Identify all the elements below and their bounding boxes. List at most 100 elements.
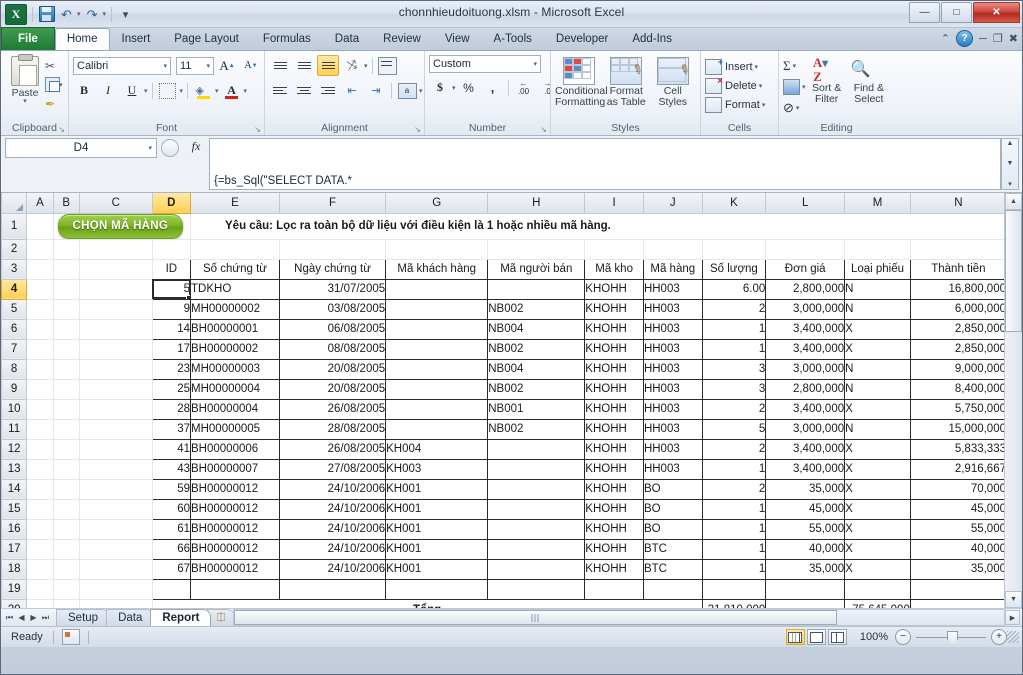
- cell-so-luong-r7[interactable]: 1: [701, 338, 767, 360]
- vertical-scroll-thumb[interactable]: [1005, 210, 1022, 332]
- orientation-button[interactable]: ⤨: [341, 55, 363, 76]
- row-header-20[interactable]: 20: [1, 598, 28, 608]
- th-ma-kho[interactable]: Mã kho: [584, 258, 644, 280]
- cell-ma-kho-r18[interactable]: KHOHH: [584, 558, 644, 580]
- cell-ma-kho-r14[interactable]: KHOHH: [584, 478, 644, 500]
- cell-ngay-chung-tu-r5[interactable]: 03/08/2005: [278, 298, 387, 320]
- cell-so-luong-r8[interactable]: 3: [701, 358, 767, 380]
- th-don-gia[interactable]: Đơn giá: [765, 258, 846, 280]
- format-painter-button[interactable]: ✒: [45, 95, 63, 112]
- cell-ma-hang-r12[interactable]: HH003: [642, 438, 703, 460]
- column-header-l[interactable]: L: [765, 193, 846, 214]
- cell-c17[interactable]: [79, 539, 153, 560]
- chevron-down-icon[interactable]: ▾: [148, 144, 152, 152]
- cell-b9[interactable]: [53, 379, 80, 400]
- cell-id-r16[interactable]: 61: [151, 518, 192, 540]
- cell-ma-hang-r14[interactable]: BO: [642, 478, 703, 500]
- cell-so-chung-tu-r7[interactable]: BH00000002: [190, 338, 280, 360]
- cell-loai-phieu-r10[interactable]: X: [844, 398, 911, 420]
- row-header-19[interactable]: 19: [1, 578, 28, 600]
- cell-ma-nguoi-ban-r9[interactable]: NB002: [487, 378, 586, 400]
- column-header-b[interactable]: B: [52, 193, 80, 214]
- cell-ma-hang-r4[interactable]: HH003: [642, 278, 703, 300]
- cell-don-gia-r9[interactable]: 2,800,000: [765, 378, 846, 400]
- cell-j2[interactable]: [643, 239, 703, 260]
- cell-ma-hang-r15[interactable]: BO: [642, 498, 703, 520]
- cell-ma-khach-hang-r6[interactable]: [385, 318, 489, 340]
- scroll-down-button[interactable]: ▼: [1005, 591, 1022, 608]
- cell-a12[interactable]: [26, 439, 54, 460]
- cell-b1-button-host[interactable]: CHỌN MÃ HÀNG: [53, 213, 192, 240]
- resize-grip[interactable]: [1007, 631, 1019, 643]
- font-color-dropdown-icon[interactable]: ▾: [244, 87, 248, 95]
- cell-b2[interactable]: [53, 239, 80, 260]
- cell-loai-phieu-r19[interactable]: [844, 578, 911, 600]
- cell-id-r5[interactable]: 9: [151, 298, 192, 320]
- cell-loai-phieu-r13[interactable]: X: [844, 458, 911, 480]
- row-header-5[interactable]: 5: [1, 298, 28, 320]
- borders-dropdown-icon[interactable]: ▾: [180, 87, 184, 95]
- chevron-down-icon[interactable]: ▾: [755, 63, 759, 71]
- cell-a17[interactable]: [26, 539, 54, 560]
- percent-style-button[interactable]: %: [458, 77, 480, 98]
- cell-ma-nguoi-ban-r8[interactable]: NB004: [487, 358, 586, 380]
- cell-c16[interactable]: [79, 519, 153, 540]
- cell-a20[interactable]: [26, 599, 54, 608]
- row-header-17[interactable]: 17: [1, 538, 28, 560]
- cell-ma-nguoi-ban-r13[interactable]: [487, 458, 586, 480]
- cell-thanh-tien-r4[interactable]: 16,800,000: [909, 278, 1004, 300]
- cell-b4[interactable]: [53, 279, 80, 300]
- total-loai-phieu[interactable]: [765, 598, 846, 608]
- cell-ma-hang-r18[interactable]: BTC: [642, 558, 703, 580]
- cell-a2[interactable]: [26, 239, 54, 260]
- cell-ma-khach-hang-r16[interactable]: KH001: [385, 518, 489, 540]
- vertical-scroll-track[interactable]: [1005, 332, 1022, 591]
- underline-button[interactable]: U: [121, 80, 143, 101]
- scroll-up-icon[interactable]: ▲: [1007, 140, 1014, 147]
- cell-ma-hang-r16[interactable]: BO: [642, 518, 703, 540]
- cell-a1[interactable]: [26, 213, 54, 240]
- cell-id-r15[interactable]: 60: [151, 498, 192, 520]
- cell-b16[interactable]: [53, 519, 80, 540]
- zoom-slider[interactable]: [916, 630, 986, 646]
- cell-ma-khach-hang-r8[interactable]: [385, 358, 489, 380]
- cell-id-r6[interactable]: 14: [151, 318, 192, 340]
- cell-so-luong-r6[interactable]: 1: [701, 318, 767, 340]
- normal-view-button[interactable]: [785, 629, 805, 645]
- minimize-button[interactable]: —: [909, 2, 940, 23]
- sort-filter-button[interactable]: A Z ▼ Sort & Filter: [806, 56, 848, 105]
- cell-loai-phieu-r14[interactable]: X: [844, 478, 911, 500]
- cell-id-r11[interactable]: 37: [151, 418, 192, 440]
- row-header-12[interactable]: 12: [1, 438, 28, 460]
- cell-c3[interactable]: [79, 259, 153, 280]
- cell-don-gia-r19[interactable]: [765, 578, 846, 600]
- cell-so-luong-r18[interactable]: 1: [701, 558, 767, 580]
- cell-ma-nguoi-ban-r10[interactable]: NB001: [487, 398, 586, 420]
- cell-b7[interactable]: [53, 339, 80, 360]
- cell-a16[interactable]: [26, 519, 54, 540]
- cell-thanh-tien-r18[interactable]: 35,000: [909, 558, 1004, 580]
- row-header-15[interactable]: 15: [1, 498, 28, 520]
- scroll-up-button[interactable]: ▲: [1005, 193, 1022, 210]
- cell-thanh-tien-r19[interactable]: [909, 578, 1004, 600]
- cell-ngay-chung-tu-r16[interactable]: 24/10/2006: [278, 518, 387, 540]
- cell-ma-hang-r5[interactable]: HH003: [642, 298, 703, 320]
- cell-ma-nguoi-ban-r18[interactable]: [487, 558, 586, 580]
- th-loai-phieu[interactable]: Loại phiếu: [844, 258, 911, 280]
- grow-font-button[interactable]: A ▲: [216, 55, 238, 76]
- clipboard-dialog-launcher[interactable]: ↘: [58, 125, 65, 134]
- cell-loai-phieu-r12[interactable]: X: [844, 438, 911, 460]
- cell-don-gia-r4[interactable]: 2,800,000: [765, 278, 846, 300]
- th-ngay-chung-tu[interactable]: Ngày chứng từ: [278, 258, 387, 280]
- font-color-button[interactable]: A: [221, 80, 243, 101]
- expand-formula-bar-icon[interactable]: ▾: [1008, 180, 1012, 188]
- cell-thanh-tien-r8[interactable]: 9,000,000: [909, 358, 1004, 380]
- cell-thanh-tien-r6[interactable]: 2,850,000: [909, 318, 1004, 340]
- cell-id-r4[interactable]: 5: [151, 278, 192, 300]
- cell-ma-kho-r17[interactable]: KHOHH: [584, 538, 644, 560]
- cell-so-chung-tu-r10[interactable]: BH00000004: [190, 398, 280, 420]
- cell-ngay-chung-tu-r15[interactable]: 24/10/2006: [278, 498, 387, 520]
- cell-id-r18[interactable]: 67: [151, 558, 192, 580]
- cell-ngay-chung-tu-r4[interactable]: 31/07/2005: [278, 278, 387, 300]
- insert-worksheet-icon[interactable]: ⎅: [207, 609, 235, 626]
